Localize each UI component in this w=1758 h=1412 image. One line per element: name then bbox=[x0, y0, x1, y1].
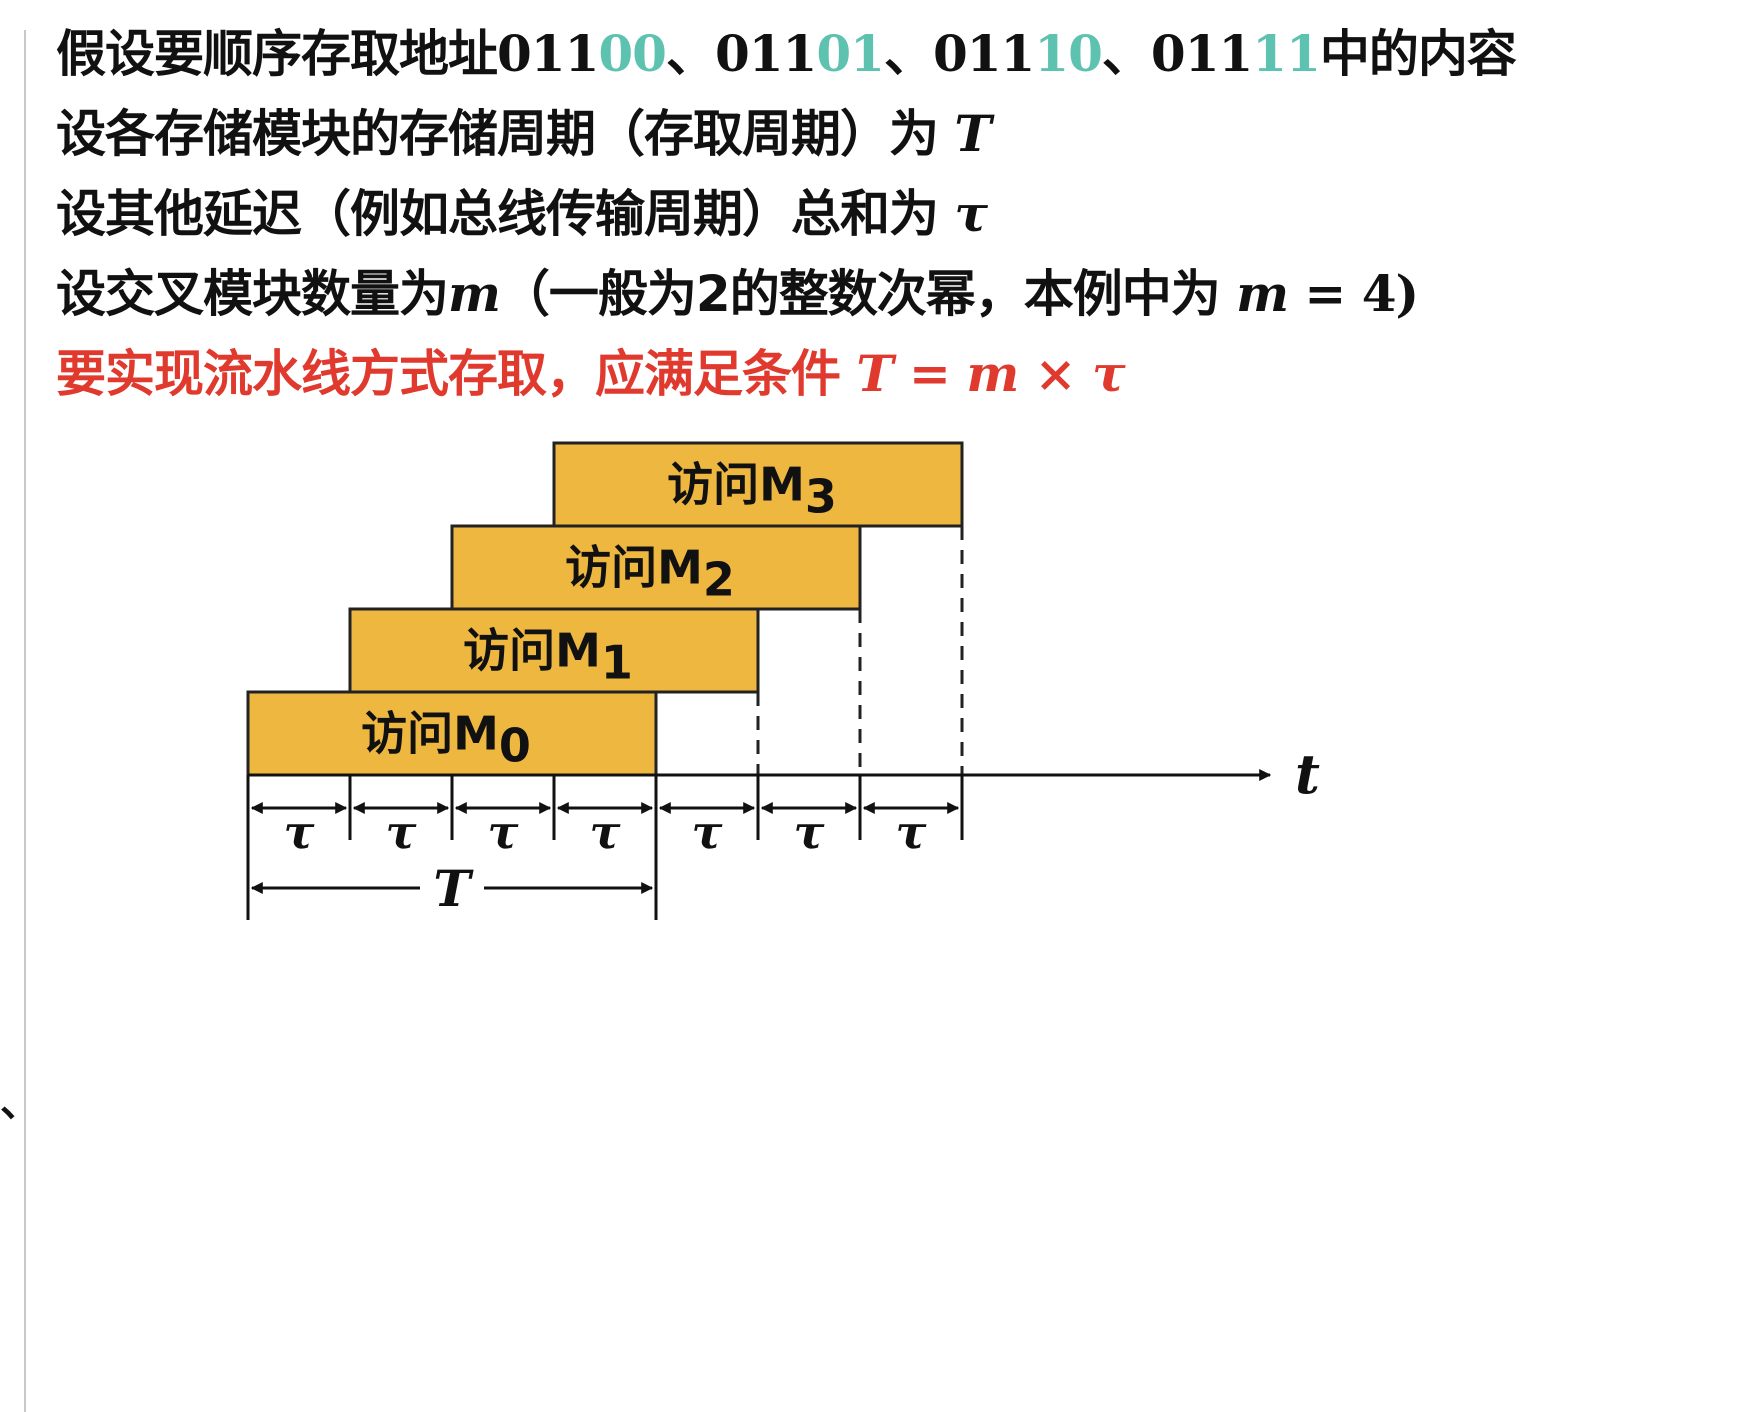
bar-subscript: 0 bbox=[499, 719, 531, 773]
tau-label: τ bbox=[386, 805, 417, 859]
tau-label: τ bbox=[590, 805, 621, 859]
tau-intervals: τττττττ bbox=[246, 775, 964, 859]
bar-subscript: 1 bbox=[601, 636, 633, 690]
bar-subscript: 3 bbox=[805, 470, 837, 524]
access-bar-m2: 访问M2 bbox=[450, 524, 862, 611]
bar-subscript: 2 bbox=[703, 553, 735, 607]
tau-label: τ bbox=[692, 805, 723, 859]
interleaved-access-timing-diagram: 访问M0访问M1访问M2访问M3 t τ τ τ τ τ τ τ T bbox=[246, 441, 1320, 920]
tau-label: τ bbox=[794, 805, 825, 859]
access-bar-m1: 访问M1 bbox=[348, 607, 760, 694]
access-bar-m3: 访问M3 bbox=[552, 441, 964, 528]
period-label: T bbox=[433, 859, 474, 918]
time-axis-label: t bbox=[1295, 742, 1320, 806]
access-bar-m0: 访问M0 bbox=[246, 690, 658, 777]
tau-label: τ bbox=[488, 805, 519, 859]
tau-label: τ bbox=[896, 805, 927, 859]
tau-label: τ bbox=[284, 805, 315, 859]
access-bars: 访问M0访问M1访问M2访问M3 bbox=[246, 441, 964, 777]
